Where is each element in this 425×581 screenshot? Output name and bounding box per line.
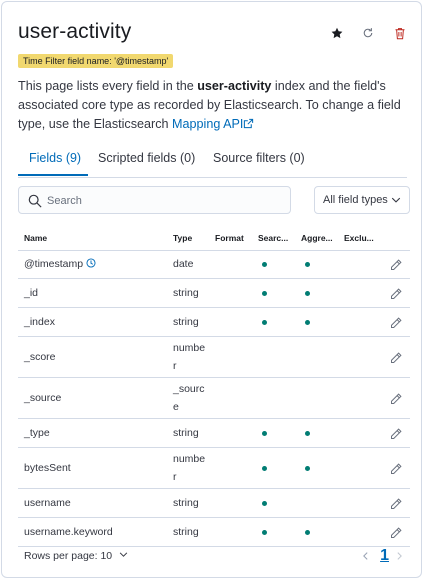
field-name-text: _id [24, 287, 39, 299]
field-name-text: _type [24, 427, 50, 439]
edit-field-pencil-icon[interactable] [390, 392, 402, 404]
searchable-indicator [262, 431, 267, 436]
page-description: This page lists every field in the user-… [18, 77, 414, 134]
delete-icon[interactable] [391, 24, 409, 42]
fields-table-body: @timestamp date _id string _index string _scor… [18, 250, 410, 547]
searchable-indicator [262, 291, 267, 296]
search-box [18, 186, 291, 214]
searchable-indicator [262, 262, 267, 267]
column-header-format[interactable]: Format [215, 233, 244, 243]
column-header-searchable[interactable]: Searc... [258, 233, 288, 243]
field-type: string [173, 287, 199, 299]
table-header: Name Type Format Searc... Aggre... Exclu… [18, 224, 410, 251]
field-type-filter-label: All field types [323, 194, 388, 206]
field-name: _score [24, 351, 56, 363]
table-row: _source _source [18, 378, 410, 419]
field-type: string [173, 427, 199, 439]
clock-icon [86, 258, 96, 268]
field-name: @timestamp [24, 258, 96, 270]
description-text-1: This page lists every field in the [18, 79, 198, 93]
edit-field-pencil-icon[interactable] [390, 258, 402, 270]
edit-field-pencil-icon[interactable] [390, 526, 402, 538]
edit-field-pencil-icon[interactable] [390, 316, 402, 328]
field-type: string [173, 316, 199, 328]
field-name-text: username.keyword [24, 526, 113, 538]
field-name: username.keyword [24, 526, 113, 538]
table-row: _id string [18, 279, 410, 308]
rows-per-page-selector[interactable]: Rows per page: 10 [24, 550, 128, 562]
field-name: bytesSent [24, 462, 71, 474]
field-name: _type [24, 427, 50, 439]
table-row: username string [18, 489, 410, 518]
aggregatable-indicator [305, 466, 310, 471]
mapping-api-link[interactable]: Mapping API [172, 117, 254, 131]
next-page-icon[interactable] [395, 551, 404, 561]
time-filter-badge: Time Filter field name: '@timestamp' [18, 54, 174, 68]
tab-scripted-fields[interactable]: Scripted fields (0) [98, 151, 195, 165]
table-row: @timestamp date [18, 250, 410, 279]
searchable-indicator [262, 320, 267, 325]
field-name: _index [24, 316, 55, 328]
edit-field-pencil-icon[interactable] [390, 351, 402, 363]
tab-bar: Fields (9) Scripted fields (0) Source fi… [18, 145, 407, 178]
edit-field-pencil-icon[interactable] [390, 287, 402, 299]
search-input[interactable] [45, 189, 289, 213]
table-row: _index string [18, 308, 410, 337]
column-header-aggregatable[interactable]: Aggre... [301, 233, 333, 243]
chevron-down-icon [391, 197, 401, 203]
field-name-text: _index [24, 316, 55, 328]
field-name-text: _score [24, 351, 56, 363]
aggregatable-indicator [305, 291, 310, 296]
field-name-text: bytesSent [24, 462, 71, 474]
tab-fields[interactable]: Fields (9) [29, 151, 81, 165]
field-type: string [173, 497, 199, 509]
refresh-icon[interactable] [359, 24, 377, 42]
page-title: user-activity [18, 20, 132, 43]
rows-per-page-label: Rows per page: 10 [24, 550, 113, 562]
edit-field-pencil-icon[interactable] [390, 462, 402, 474]
aggregatable-indicator [305, 320, 310, 325]
table-row: username.keyword string [18, 518, 410, 547]
previous-page-icon[interactable] [361, 551, 370, 561]
field-name-text: _source [24, 392, 62, 404]
field-type: string [173, 526, 199, 538]
mapping-api-link-label[interactable]: Mapping API [172, 117, 243, 131]
page-1-button[interactable]: 1 [380, 547, 389, 565]
table-row: _type string [18, 419, 410, 448]
field-name: _source [24, 392, 61, 404]
description-index-name: user-activity [197, 79, 272, 93]
searchable-indicator [262, 501, 267, 506]
field-name-text: username [24, 497, 71, 509]
searchable-indicator [262, 466, 267, 471]
field-type: date [173, 258, 194, 270]
index-pattern-panel: user-activity Time Filter field name: '@… [1, 1, 422, 578]
tab-source-filters[interactable]: Source filters (0) [213, 151, 305, 165]
field-type: number [173, 342, 206, 372]
field-name: _id [24, 287, 38, 299]
field-type: _source [173, 383, 205, 413]
column-header-excluded[interactable]: Exclu... [344, 233, 374, 243]
field-name-text: @timestamp [24, 258, 84, 270]
field-type: number [173, 453, 206, 483]
chevron-down-icon [119, 552, 128, 557]
aggregatable-indicator [305, 431, 310, 436]
field-name: username [24, 497, 71, 509]
edit-field-pencil-icon[interactable] [390, 497, 402, 509]
searchable-indicator [262, 530, 267, 535]
column-header-name[interactable]: Name [24, 233, 47, 243]
edit-field-pencil-icon[interactable] [390, 427, 402, 439]
table-footer: Rows per page: 10 1 [18, 546, 410, 566]
table-row: _score number [18, 337, 410, 378]
table-row: bytesSent number [18, 448, 410, 489]
external-link-icon [244, 118, 254, 129]
column-header-type[interactable]: Type [173, 233, 192, 243]
field-type-filter[interactable]: All field types [314, 186, 410, 214]
aggregatable-indicator [305, 530, 310, 535]
active-tab-indicator [18, 174, 88, 176]
star-icon[interactable] [328, 24, 346, 42]
aggregatable-indicator [305, 262, 310, 267]
search-icon [28, 194, 42, 208]
